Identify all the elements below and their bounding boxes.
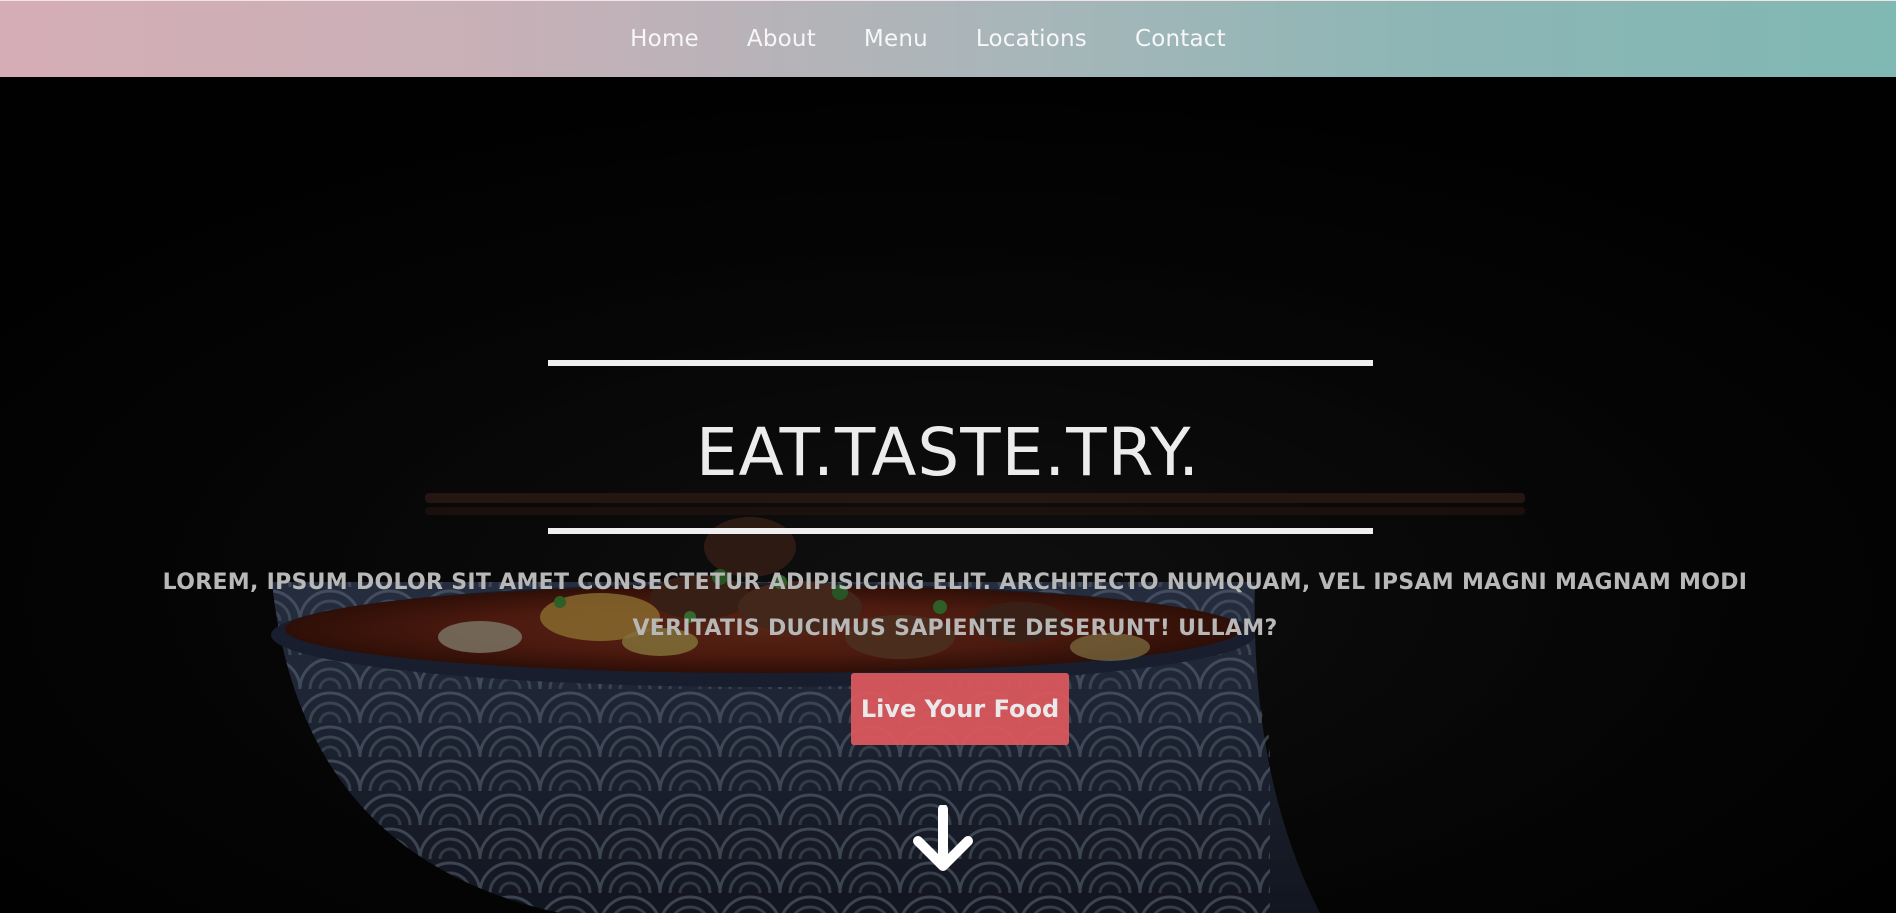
nav-link-menu[interactable]: Menu bbox=[840, 26, 952, 52]
nav-link-contact[interactable]: Contact bbox=[1111, 26, 1250, 52]
nav-link-about[interactable]: About bbox=[723, 26, 840, 52]
title-bottom-rule bbox=[548, 528, 1373, 534]
hero-section: EAT.TASTE.TRY. LOREM, IPSUM DOLOR SIT AM… bbox=[0, 77, 1896, 913]
nav-link-locations[interactable]: Locations bbox=[952, 26, 1111, 52]
hero-content: EAT.TASTE.TRY. LOREM, IPSUM DOLOR SIT AM… bbox=[0, 77, 1896, 913]
hero-title: EAT.TASTE.TRY. bbox=[695, 414, 1201, 491]
title-top-rule bbox=[548, 360, 1373, 366]
hero-description: LOREM, IPSUM DOLOR SIT AMET CONSECTETUR … bbox=[162, 570, 1748, 641]
nav-link-home[interactable]: Home bbox=[606, 26, 723, 52]
nav-list: Home About Menu Locations Contact bbox=[606, 26, 1250, 52]
live-your-food-button[interactable]: Live Your Food bbox=[851, 673, 1069, 745]
top-navbar: Home About Menu Locations Contact bbox=[0, 0, 1896, 77]
arrow-down-icon[interactable] bbox=[910, 805, 976, 873]
page: Home About Menu Locations Contact EAT.TA… bbox=[0, 0, 1896, 913]
